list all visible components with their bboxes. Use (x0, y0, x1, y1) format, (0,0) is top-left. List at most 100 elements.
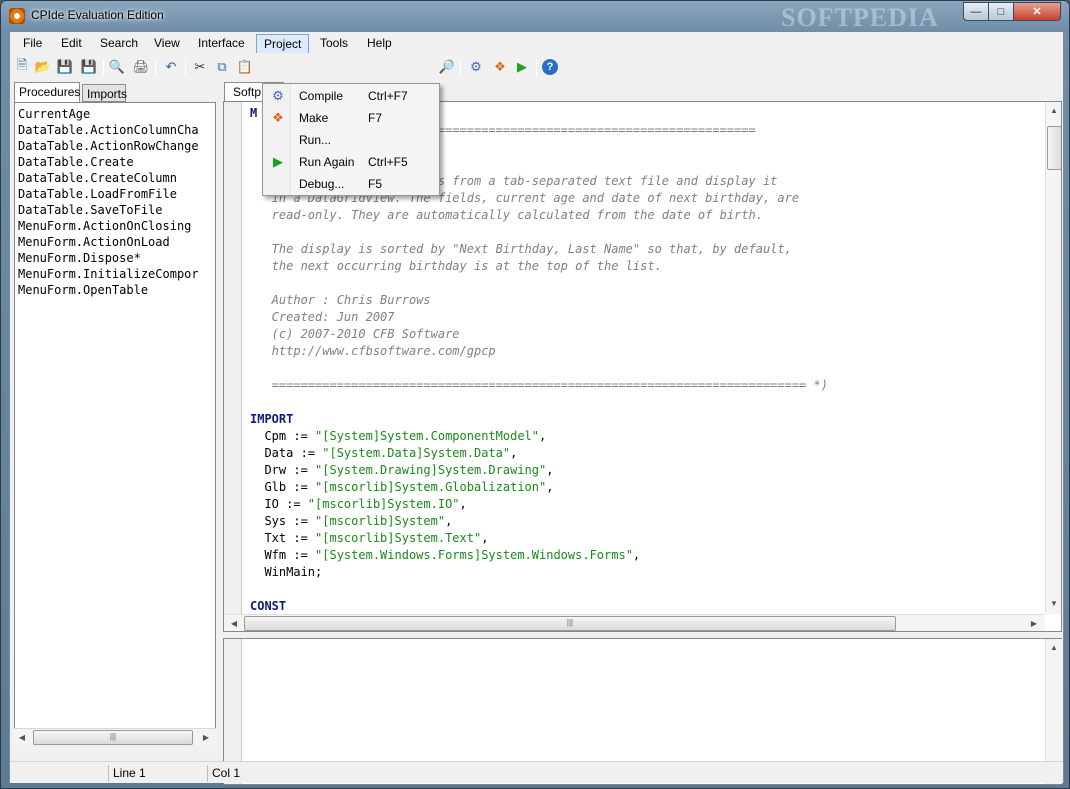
code-text: CONST (250, 599, 287, 610)
code-line[interactable]: (c) 2007-2010 CFB Software (250, 326, 460, 343)
code-line[interactable]: The display is sorted by "Next Birthday,… (250, 241, 792, 258)
scroll-left-icon[interactable]: ◀ (226, 615, 242, 631)
status-line: Line 1 (108, 765, 206, 782)
code-text: (c) 2007-2010 CFB Software (250, 327, 460, 341)
menu-view[interactable]: View (147, 34, 187, 53)
scroll-right-icon[interactable]: ▶ (1026, 615, 1042, 631)
procedure-item[interactable]: DataTable.ActionRowChange (18, 138, 199, 154)
code-line[interactable]: read-only. They are automatically calcul… (250, 207, 763, 224)
code-string: "[System.Drawing]System.Drawing" (315, 463, 547, 477)
code-text: The display is sorted by "Next Birthday,… (250, 242, 792, 256)
menu-item-shortcut: Ctrl+F5 (368, 155, 408, 169)
menu-interface[interactable]: Interface (191, 34, 252, 53)
code-text: http://www.cfbsoftware.com/gpcp (250, 344, 496, 358)
menu-item-label: Run Again (299, 155, 355, 169)
title-bar[interactable]: CPIde Evaluation Edition SOFTPEDIA — □ ✕ (1, 1, 1069, 32)
maximize-icon: □ (997, 5, 1005, 18)
menu-search[interactable]: Search (93, 34, 145, 53)
scrollbar-thumb[interactable]: ||| (244, 616, 896, 631)
save-all-icon[interactable]: 💾 (80, 58, 98, 76)
menu-item-run-again[interactable]: ▶ Run Again Ctrl+F5 (265, 151, 437, 173)
code-text: Txt := (250, 531, 316, 545)
procedure-item[interactable]: MenuForm.ActionOnClosing (18, 218, 191, 234)
scroll-up-icon[interactable]: ▲ (1046, 639, 1062, 655)
close-button[interactable]: ✕ (1013, 2, 1061, 21)
make-icon: ❖ (272, 110, 284, 125)
menu-edit[interactable]: Edit (54, 34, 89, 53)
new-file-icon[interactable]: 🗎 (13, 57, 31, 76)
code-line[interactable]: WinMain; (250, 564, 322, 581)
code-line[interactable]: Txt := "[mscorlib]System.Text", (250, 530, 488, 547)
menu-file[interactable]: File (16, 34, 49, 53)
scroll-right-icon[interactable]: ▶ (198, 729, 214, 745)
scroll-up-icon[interactable]: ▲ (1046, 102, 1061, 118)
procedure-item[interactable]: MenuForm.Dispose* (18, 250, 141, 266)
code-text: read-only. They are automatically calcul… (250, 208, 763, 222)
project-menu-dropdown: ⚙ Compile Ctrl+F7 ❖ Make F7 Run... ▶ Run… (262, 83, 440, 196)
procedure-item[interactable]: CurrentAge (18, 106, 90, 122)
save-icon[interactable]: 💾 (56, 58, 74, 76)
scroll-down-icon[interactable]: ▼ (1046, 595, 1061, 611)
code-line[interactable]: ========================================… (250, 377, 828, 394)
print-icon[interactable]: 🖨 (132, 58, 150, 76)
compile-icon[interactable]: ⚙ (467, 58, 485, 76)
code-line[interactable]: Sys := "[mscorlib]System", (250, 513, 452, 530)
tab-imports[interactable]: Imports (82, 84, 127, 102)
menu-item-label: Debug... (299, 177, 345, 191)
code-line[interactable]: M (250, 105, 257, 122)
undo-icon[interactable]: ↶ (162, 58, 180, 76)
cut-icon[interactable]: ✂ (191, 58, 209, 76)
copy-icon[interactable]: ⧉ (213, 58, 231, 76)
make-icon[interactable]: ❖ (491, 58, 509, 76)
code-line[interactable]: IO := "[mscorlib]System.IO", (250, 496, 466, 513)
procedure-item[interactable]: DataTable.Create (18, 154, 134, 170)
menu-help[interactable]: Help (360, 34, 399, 53)
procedure-item[interactable]: DataTable.CreateColumn (18, 170, 177, 186)
maximize-button[interactable]: □ (988, 2, 1014, 21)
editor-horizontal-scrollbar[interactable]: ◀ ||| ▶ (224, 614, 1045, 631)
procedure-item[interactable]: DataTable.SaveToFile (18, 202, 163, 218)
code-line[interactable]: Data := "[System.Data]System.Data", (250, 445, 517, 462)
code-line[interactable]: IMPORT (250, 411, 293, 428)
scrollbar-thumb[interactable] (1047, 126, 1061, 170)
code-line[interactable]: Author : Chris Burrows (250, 292, 431, 309)
print-preview-icon[interactable]: 🔍 (108, 58, 126, 76)
app-icon (9, 8, 25, 24)
code-string: "[System]System.ComponentModel" (315, 429, 539, 443)
code-line[interactable]: CONST (250, 598, 286, 610)
procedure-item[interactable]: MenuForm.ActionOnLoad (18, 234, 170, 250)
run-icon[interactable]: ▶ (513, 58, 531, 76)
code-line[interactable]: Drw := "[System.Drawing]System.Drawing", (250, 462, 553, 479)
procedure-item[interactable]: DataTable.ActionColumnCha (18, 122, 199, 138)
scroll-left-icon[interactable]: ◀ (14, 729, 30, 745)
menu-item-shortcut: F7 (368, 111, 383, 125)
help-icon[interactable]: ? (542, 59, 558, 75)
tab-procedures[interactable]: Procedures (14, 82, 80, 103)
code-line[interactable]: Wfm := "[System.Windows.Forms]System.Win… (250, 547, 640, 564)
minimize-button[interactable]: — (963, 2, 989, 21)
menu-tools[interactable]: Tools (313, 34, 355, 53)
menu-item-make[interactable]: ❖ Make F7 (265, 107, 437, 129)
paste-icon[interactable]: 📋 (236, 58, 254, 76)
code-line[interactable]: Created: Jun 2007 (250, 309, 395, 326)
code-text: , (510, 446, 518, 460)
procedure-item[interactable]: MenuForm.InitializeCompor (18, 266, 199, 282)
code-line[interactable]: Glb := "[mscorlib]System.Globalization", (250, 479, 553, 496)
code-line[interactable]: Cpm := "[System]System.ComponentModel", (250, 428, 546, 445)
procedure-item[interactable]: MenuForm.OpenTable (18, 282, 148, 298)
code-text: Data := (250, 446, 323, 460)
procedures-horizontal-scrollbar[interactable]: ◀ ||| ▶ (14, 728, 216, 745)
procedure-item[interactable]: DataTable.LoadFromFile (18, 186, 177, 202)
toolbar-separator (155, 59, 156, 76)
menu-project[interactable]: Project (256, 34, 310, 53)
menu-item-compile[interactable]: ⚙ Compile Ctrl+F7 (265, 85, 437, 107)
menu-item-debug[interactable]: Debug... F5 (265, 173, 437, 195)
menu-item-run[interactable]: Run... (265, 129, 437, 151)
scrollbar-thumb[interactable]: ||| (33, 730, 193, 745)
find-icon[interactable]: 🔎 (438, 58, 456, 76)
code-string: "[mscorlib]System.Globalization" (315, 480, 547, 494)
code-line[interactable]: the next occurring birthday is at the to… (250, 258, 662, 275)
editor-vertical-scrollbar[interactable]: ▲ ▼ (1045, 102, 1061, 614)
code-line[interactable]: http://www.cfbsoftware.com/gpcp (250, 343, 496, 360)
open-folder-icon[interactable]: 📂 (34, 58, 52, 76)
